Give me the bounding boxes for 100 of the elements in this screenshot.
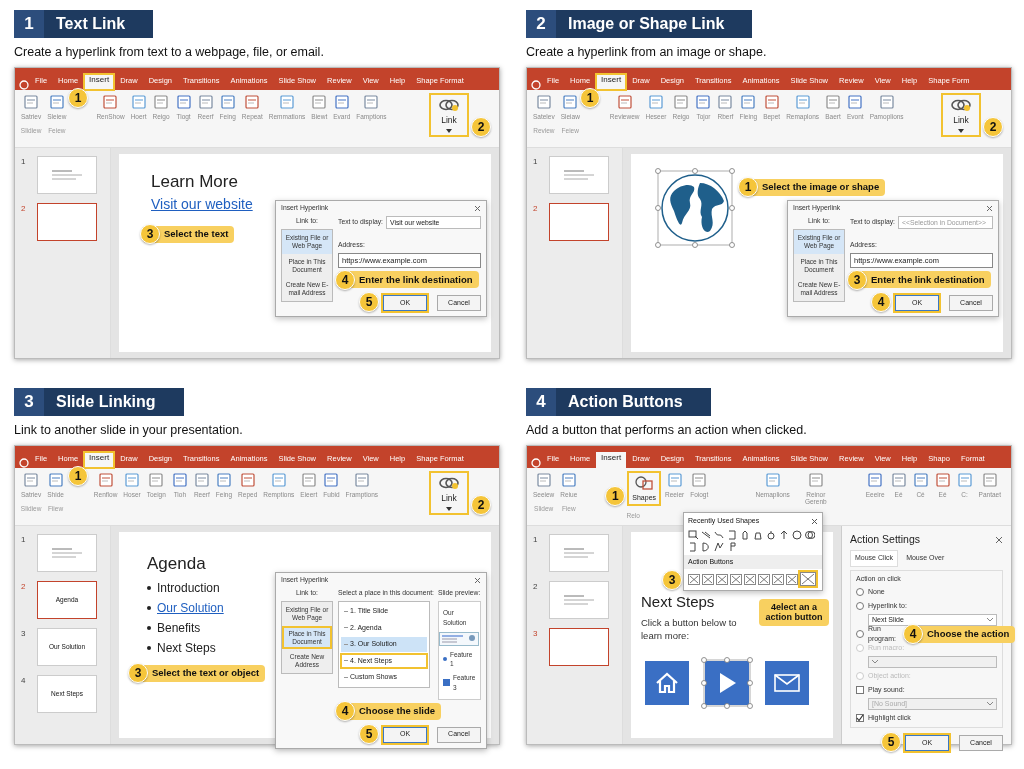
checkbox[interactable] [856,714,864,722]
shape-icon[interactable] [766,529,776,540]
slide-thumbnail[interactable] [549,628,609,666]
action-shape-button[interactable] [688,573,700,585]
action-button[interactable] [645,660,689,705]
shape-icon[interactable] [779,529,789,540]
play-icon [717,671,737,694]
bullet-text: Next Steps [157,640,216,658]
pane-title: Action Settings [850,531,921,547]
document-icon [878,94,895,110]
document-icon [956,472,973,488]
slide-thumbnail[interactable] [37,203,97,241]
action-shape-button[interactable] [702,573,714,585]
text-lines-drawing [562,169,596,181]
slide-title: Agenda [147,554,207,575]
bullet-icon [147,626,151,631]
document-icon [48,94,65,110]
section-description: Add a button that performs an action when clicked. [526,423,808,438]
document-icon [23,472,40,488]
action-shape-button[interactable] [730,573,742,585]
step-badge: 3 [128,663,148,684]
slide-number: 1 [533,534,539,546]
step-badge: 3 [140,224,160,245]
radio-button[interactable] [856,602,864,610]
slide-thumbnail[interactable] [549,203,609,241]
document-icon [535,94,552,110]
text-lines-drawing [562,547,596,559]
bullet-icon [442,657,447,662]
callout-text: Select the text or object [152,666,260,681]
document-icon [353,472,370,488]
document-icon [740,94,757,110]
document-icon [300,472,317,488]
action-shape-button[interactable] [786,573,798,585]
shape-icon[interactable] [688,529,698,540]
callout-text: Enter the link destination [359,272,473,287]
shapes-icon [634,475,655,491]
close-icon[interactable] [474,205,481,212]
document-icon [311,94,328,110]
ribbon-button[interactable]: Link [941,93,981,137]
action-shape-button[interactable] [772,573,784,585]
ribbon-button[interactable]: Link [429,471,469,515]
text-lines-drawing [50,547,84,559]
callout-text: Enter the link destination [871,272,985,287]
document-icon [695,94,712,110]
hyperlink-text[interactable]: Our Solution [157,599,224,618]
slide-number: 1 [533,156,539,168]
ribbon-tab[interactable]: Insert [84,452,115,468]
slide-number: 2 [21,203,27,215]
document-icon [175,94,192,110]
document-icon [102,94,119,110]
step-badge: 4 [335,701,355,722]
radio-button[interactable] [856,588,864,596]
document-icon [97,472,114,488]
slide-number: 2 [21,581,27,593]
ribbon-button[interactable]: Link [429,93,469,137]
ribbon-tab[interactable]: Insert [596,74,627,90]
shape-icon[interactable] [753,529,763,540]
close-icon[interactable] [995,535,1003,544]
slide-text: Click a button below to learn more: [641,617,738,643]
document-icon [934,472,951,488]
text-lines-drawing [562,594,596,606]
radio-button[interactable] [856,630,864,638]
shape-icon[interactable] [701,529,711,540]
document-icon [215,472,232,488]
ribbon-tab[interactable]: Insert [84,74,115,90]
hyperlink-text[interactable]: Visit our website [151,196,253,213]
document-icon [130,94,147,110]
close-icon[interactable] [986,205,993,212]
document-icon [847,94,864,110]
section-title: Slide Linking [56,392,156,412]
action-shape-button[interactable] [744,573,756,585]
shape-icon[interactable] [805,529,815,540]
close-icon[interactable] [811,517,818,525]
document-icon [153,94,170,110]
shape-icon[interactable] [740,529,750,540]
action-shape-button[interactable] [800,572,816,586]
callout-text: Select the image or shape [762,179,880,194]
section-number: 4 [526,388,556,416]
link-icon [950,97,972,113]
shape-icon[interactable] [714,541,724,552]
document-icon [981,472,998,488]
document-icon [148,472,165,488]
shape-icon[interactable] [792,529,802,540]
action-shape-button[interactable] [758,573,770,585]
shape-icon[interactable] [727,541,737,552]
shape-icon[interactable] [701,541,711,552]
action-shape-button[interactable] [716,573,728,585]
document-icon [279,94,296,110]
document-icon [825,94,842,110]
ribbon-tab[interactable]: Insert [596,452,627,468]
close-icon[interactable] [474,577,481,584]
document-icon [124,472,140,488]
document-icon [197,94,214,110]
text-lines-drawing [50,169,84,181]
step-badge: 4 [871,292,891,313]
document-icon [691,472,708,488]
step-badge: 4 [335,269,355,290]
action-button[interactable] [765,660,809,705]
checkbox[interactable] [856,686,864,694]
bullet-icon [147,646,151,651]
